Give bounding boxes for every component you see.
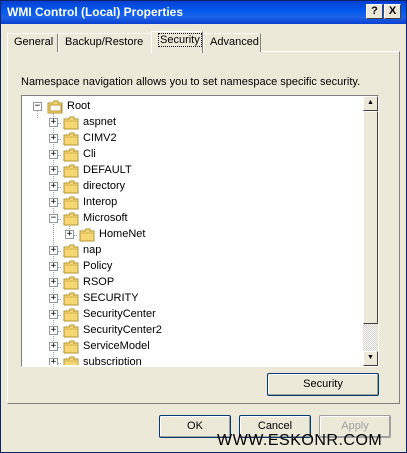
folder-open-icon (47, 100, 63, 114)
scroll-thumb[interactable] (363, 111, 378, 324)
namespace-description: Namespace navigation allows you to set n… (21, 76, 361, 88)
tree-node-securitycenter2[interactable]: + SecurityCenter2 (23, 323, 323, 339)
tree-node-label: SecurityCenter2 (83, 324, 162, 336)
expand-icon[interactable]: + (49, 150, 58, 159)
tree-node-subscription[interactable]: + subscription (23, 355, 323, 365)
watermark: WWW.ESKONR.COM (217, 432, 383, 449)
tree-node-label: SecurityCenter (83, 308, 156, 320)
tree-node-label: Microsoft (83, 212, 128, 224)
security-button[interactable]: Security (267, 373, 379, 396)
folder-icon (63, 116, 79, 130)
folder-icon (63, 276, 79, 290)
tree-node-label: nap (83, 244, 102, 256)
folder-icon (63, 356, 79, 365)
tab-security[interactable]: Security (151, 31, 203, 53)
namespace-tree[interactable]: − Root + aspnet + CIMV2 + Cli + DEFAULT + directo… (21, 95, 379, 367)
tree-node-default[interactable]: + DEFAULT (23, 163, 323, 179)
tree-node-label: HomeNet (99, 228, 146, 240)
expand-icon[interactable]: + (49, 118, 58, 127)
tab-general[interactable]: General (7, 33, 58, 52)
expand-icon[interactable]: + (49, 182, 58, 191)
folder-icon (79, 228, 95, 242)
tab-backup-restore[interactable]: Backup/Restore (58, 33, 152, 52)
tab-advanced[interactable]: Advanced (203, 33, 261, 52)
expand-icon[interactable]: + (49, 166, 58, 175)
expand-icon[interactable]: + (49, 198, 58, 207)
tree-node-aspnet[interactable]: + aspnet (23, 115, 323, 131)
tree-node-label: SECURITY (83, 292, 139, 304)
tree-node-policy[interactable]: + Policy (23, 259, 323, 275)
folder-icon (63, 324, 79, 338)
folder-icon (63, 212, 79, 226)
tree-node-homenet[interactable]: + HomeNet (23, 227, 323, 243)
title-bar[interactable]: WMI Control (Local) Properties ? X (1, 1, 406, 24)
tree-node-label: subscription (83, 356, 142, 365)
tree-node-servicemodel[interactable]: + ServiceModel (23, 339, 323, 355)
collapse-icon[interactable]: − (49, 214, 58, 223)
tree-node-label: CIMV2 (83, 132, 117, 144)
tree-node-microsoft[interactable]: − Microsoft (23, 211, 323, 227)
expand-icon[interactable]: + (65, 230, 74, 239)
tree-node-label: directory (83, 180, 126, 192)
folder-icon (63, 132, 79, 146)
tree-scrollbar[interactable]: ▲ ▼ (363, 96, 378, 366)
tree-node-rsop[interactable]: + RSOP (23, 275, 323, 291)
expand-icon[interactable]: + (49, 342, 58, 351)
tree-node-nap[interactable]: + nap (23, 243, 323, 259)
tree-node-securitycenter[interactable]: + SecurityCenter (23, 307, 323, 323)
properties-dialog: WMI Control (Local) Properties ? X Gener… (0, 0, 407, 453)
folder-icon (63, 260, 79, 274)
folder-icon (63, 180, 79, 194)
tree-node-label: DEFAULT (83, 164, 132, 176)
tree-node-label: RSOP (83, 276, 115, 288)
tree-node-label: ServiceModel (83, 340, 150, 352)
expand-icon[interactable]: + (49, 262, 58, 271)
scroll-up-arrow-icon[interactable]: ▲ (363, 96, 378, 111)
folder-icon (63, 308, 79, 322)
folder-icon (63, 148, 79, 162)
help-button[interactable]: ? (366, 4, 383, 19)
folder-icon (63, 164, 79, 178)
tree-node-label: Root (67, 100, 91, 112)
window-title: WMI Control (Local) Properties (7, 5, 184, 19)
tree-node-interop[interactable]: + Interop (23, 195, 323, 211)
tree-node-label: Policy (83, 260, 113, 272)
tree-node-security[interactable]: + SECURITY (23, 291, 323, 307)
expand-icon[interactable]: + (49, 326, 58, 335)
close-button[interactable]: X (384, 4, 401, 19)
expand-icon[interactable]: + (49, 246, 58, 255)
folder-icon (63, 340, 79, 354)
tree-node-label: Interop (83, 196, 118, 208)
tree-node-directory[interactable]: + directory (23, 179, 323, 195)
folder-icon (63, 292, 79, 306)
expand-icon[interactable]: + (49, 310, 58, 319)
expand-icon[interactable]: + (49, 294, 58, 303)
tree-node-label: aspnet (83, 116, 117, 128)
expand-icon[interactable]: + (49, 358, 58, 365)
tree-node-cimv2[interactable]: + CIMV2 (23, 131, 323, 147)
folder-icon (63, 244, 79, 258)
expand-icon[interactable]: + (49, 278, 58, 287)
tree-node-label: Cli (83, 148, 96, 160)
expand-icon[interactable]: + (49, 134, 58, 143)
tree-node-cli[interactable]: + Cli (23, 147, 323, 163)
folder-icon (63, 196, 79, 210)
scroll-down-arrow-icon[interactable]: ▼ (363, 351, 378, 366)
